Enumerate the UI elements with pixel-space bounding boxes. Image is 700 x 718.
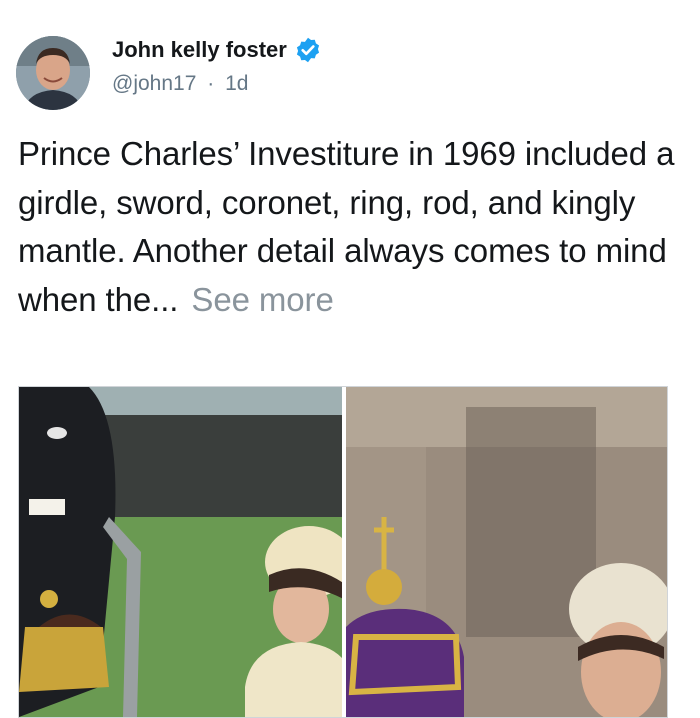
author-handle[interactable]: @john17 bbox=[112, 72, 196, 95]
author-name[interactable]: John kelly foster bbox=[112, 37, 287, 63]
handle-row: @john17 · 1d bbox=[112, 72, 248, 96]
avatar[interactable] bbox=[16, 36, 90, 110]
tweet-text: Prince Charles’ Investiture in 1969 incl… bbox=[18, 130, 688, 324]
verified-badge-icon bbox=[296, 37, 319, 63]
investiture-photo-right[interactable] bbox=[346, 387, 667, 717]
tweet-media[interactable] bbox=[18, 386, 668, 718]
investiture-photo-left[interactable] bbox=[19, 387, 342, 717]
see-more-link[interactable]: See more bbox=[191, 281, 333, 318]
photo-left-image bbox=[19, 387, 342, 717]
tweet-time[interactable]: 1d bbox=[225, 72, 248, 95]
separator-dot: · bbox=[207, 72, 215, 95]
photo-right-image bbox=[346, 387, 667, 717]
author-row: John kelly foster bbox=[112, 36, 322, 64]
avatar-image bbox=[16, 36, 90, 110]
tweet-body: Prince Charles’ Investiture in 1969 incl… bbox=[18, 135, 675, 318]
